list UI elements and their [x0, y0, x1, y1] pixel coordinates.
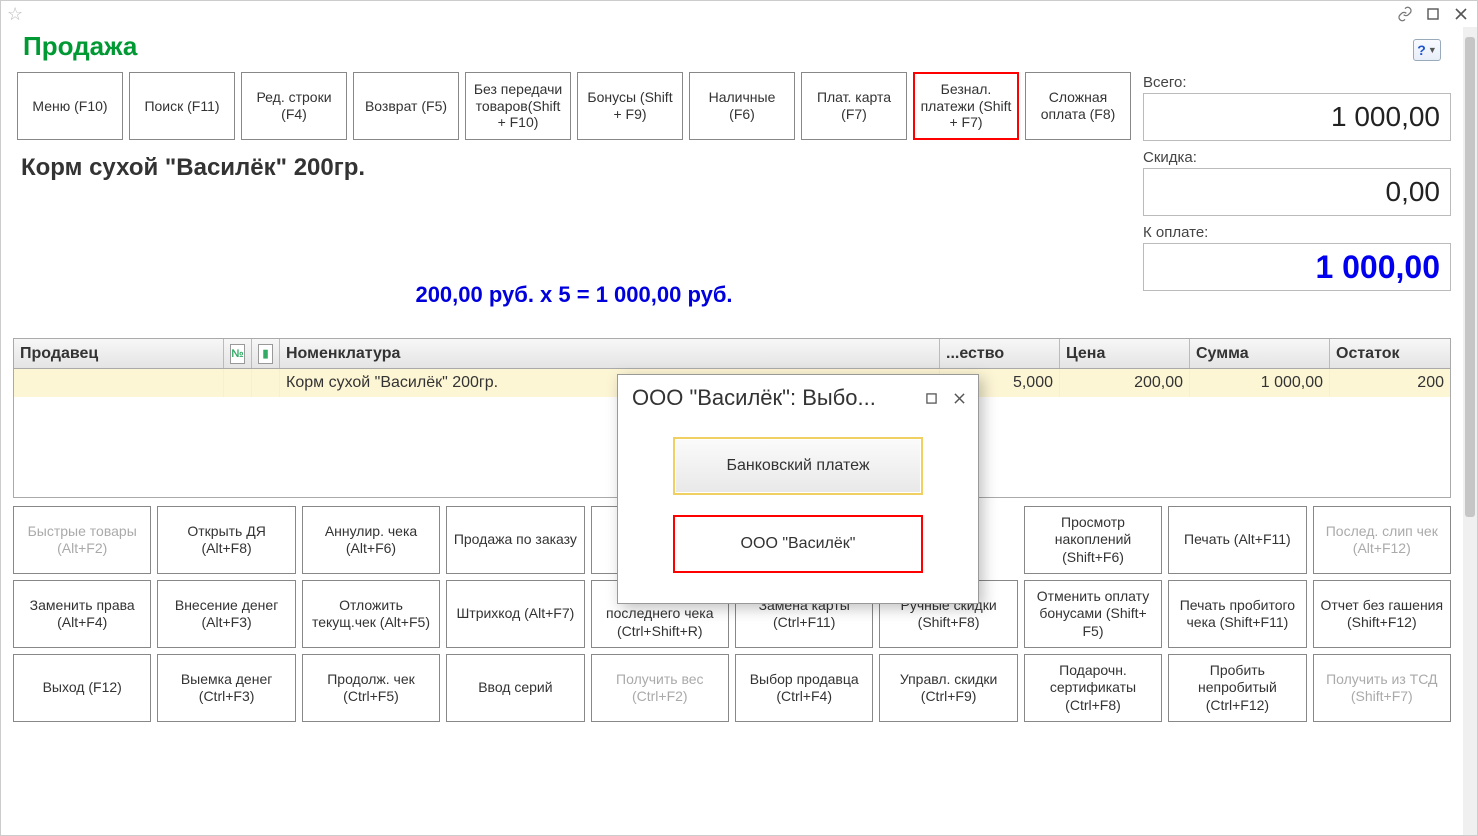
- action-button-2[interactable]: Ред. строки (F4): [241, 72, 347, 140]
- action-button-9[interactable]: Сложная оплата (F8): [1025, 72, 1131, 140]
- dialog-titlebar: ООО "Василёк": Выбо...: [618, 375, 978, 417]
- grid-header: Продавец № ▮ Номенклатура ...ество Цена …: [14, 339, 1450, 369]
- action-button-6[interactable]: Наличные (F6): [689, 72, 795, 140]
- func-button-r3-8[interactable]: Пробить непробитый (Ctrl+F12): [1168, 654, 1306, 722]
- dialog-close-icon[interactable]: [950, 389, 968, 407]
- func-button-r3-5[interactable]: Выбор продавца (Ctrl+F4): [735, 654, 873, 722]
- col-price[interactable]: Цена: [1060, 339, 1190, 368]
- cell-price: 200,00: [1060, 369, 1190, 397]
- col-qty[interactable]: ...ество: [940, 339, 1060, 368]
- close-icon[interactable]: [1451, 4, 1471, 24]
- action-button-7[interactable]: Плат. карта (F7): [801, 72, 907, 140]
- chevron-down-icon: ▼: [1428, 45, 1437, 55]
- col-pic[interactable]: ▮: [252, 339, 280, 368]
- due-label: К оплате:: [1143, 222, 1451, 243]
- func-button-r3-3[interactable]: Ввод серий: [446, 654, 584, 722]
- func-button-r2-3[interactable]: Штрихкод (Alt+F7): [446, 580, 584, 648]
- titlebar: ☆: [1, 1, 1477, 27]
- func-button-r1-7[interactable]: Просмотр накоплений (Shift+F6): [1024, 506, 1162, 574]
- app-window: ☆ Продажа ?▼ Меню (F10)Поиск (F11)Ред. с…: [0, 0, 1478, 836]
- num-icon: №: [230, 344, 245, 364]
- total-label: Всего:: [1143, 72, 1451, 93]
- action-button-1[interactable]: Поиск (F11): [129, 72, 235, 140]
- col-num[interactable]: №: [224, 339, 252, 368]
- func-button-r2-8[interactable]: Печать пробитого чека (Shift+F11): [1168, 580, 1306, 648]
- col-nomen[interactable]: Номенклатура: [280, 339, 940, 368]
- func-button-r3-4[interactable]: Получить вес (Ctrl+F2): [591, 654, 729, 722]
- func-button-r1-3[interactable]: Продажа по заказу: [446, 506, 584, 574]
- picture-icon: ▮: [258, 344, 273, 364]
- discount-value: 0,00: [1143, 168, 1451, 216]
- option-vasilek[interactable]: ООО "Василёк": [673, 515, 923, 573]
- help-icon: ?: [1417, 42, 1426, 58]
- cell-num: [224, 369, 252, 397]
- total-value: 1 000,00: [1143, 93, 1451, 141]
- col-rest[interactable]: Остаток: [1330, 339, 1450, 368]
- page-title: Продажа: [23, 27, 137, 72]
- func-button-r2-0[interactable]: Заменить права (Alt+F4): [13, 580, 151, 648]
- func-button-r1-8[interactable]: Печать (Alt+F11): [1168, 506, 1306, 574]
- col-seller[interactable]: Продавец: [14, 339, 224, 368]
- func-button-r3-2[interactable]: Продолж. чек (Ctrl+F5): [302, 654, 440, 722]
- cell-sum: 1 000,00: [1190, 369, 1330, 397]
- due-value: 1 000,00: [1143, 243, 1451, 291]
- func-button-r2-7[interactable]: Отменить оплату бонусами (Shift+ F5): [1024, 580, 1162, 648]
- action-button-3[interactable]: Возврат (F5): [353, 72, 459, 140]
- dialog-title: ООО "Василёк": Выбо...: [632, 385, 876, 411]
- func-button-r1-0[interactable]: Быстрые товары (Alt+F2): [13, 506, 151, 574]
- func-button-r3-0[interactable]: Выход (F12): [13, 654, 151, 722]
- action-toolbar: Меню (F10)Поиск (F11)Ред. строки (F4)Воз…: [17, 72, 1131, 140]
- cell-seller: [14, 369, 224, 397]
- func-button-r2-9[interactable]: Отчет без гашения (Shift+F12): [1313, 580, 1451, 648]
- option-bank-payment[interactable]: Банковский платеж: [673, 437, 923, 495]
- func-button-r1-2[interactable]: Аннулир. чека (Alt+F6): [302, 506, 440, 574]
- action-button-0[interactable]: Меню (F10): [17, 72, 123, 140]
- col-sum[interactable]: Сумма: [1190, 339, 1330, 368]
- func-button-r3-9[interactable]: Получить из ТСД (Shift+F7): [1313, 654, 1451, 722]
- payment-select-dialog: ООО "Василёк": Выбо... Банковский платеж…: [617, 374, 979, 604]
- cell-rest: 200: [1330, 369, 1450, 397]
- action-button-5[interactable]: Бонусы (Shift + F9): [577, 72, 683, 140]
- calculation-line: 200,00 руб. x 5 = 1 000,00 руб.: [17, 182, 1131, 338]
- action-button-8[interactable]: Безнал. платежи (Shift + F7): [913, 72, 1019, 140]
- discount-label: Скидка:: [1143, 147, 1451, 168]
- maximize-icon[interactable]: [1423, 4, 1443, 24]
- func-button-r3-1[interactable]: Выемка денег (Ctrl+F3): [157, 654, 295, 722]
- vertical-scrollbar[interactable]: [1463, 27, 1477, 835]
- func-button-r1-1[interactable]: Открыть ДЯ (Alt+F8): [157, 506, 295, 574]
- favorite-star-icon[interactable]: ☆: [7, 4, 23, 25]
- func-button-r1-9[interactable]: Послед. слип чек (Alt+F12): [1313, 506, 1451, 574]
- func-button-r3-6[interactable]: Управл. скидки (Ctrl+F9): [879, 654, 1017, 722]
- link-icon[interactable]: [1395, 4, 1415, 24]
- action-button-4[interactable]: Без передачи товаров(Shift + F10): [465, 72, 571, 140]
- func-button-r2-2[interactable]: Отложить текущ.чек (Alt+F5): [302, 580, 440, 648]
- dialog-maximize-icon[interactable]: [922, 389, 940, 407]
- func-button-r3-7[interactable]: Подарочн. сертификаты (Ctrl+F8): [1024, 654, 1162, 722]
- cell-pic: [252, 369, 280, 397]
- current-product-name: Корм сухой "Василёк" 200гр.: [17, 140, 1131, 182]
- help-dropdown-button[interactable]: ?▼: [1413, 39, 1441, 61]
- scrollbar-thumb[interactable]: [1465, 37, 1475, 517]
- func-button-r2-1[interactable]: Внесение денег (Alt+F3): [157, 580, 295, 648]
